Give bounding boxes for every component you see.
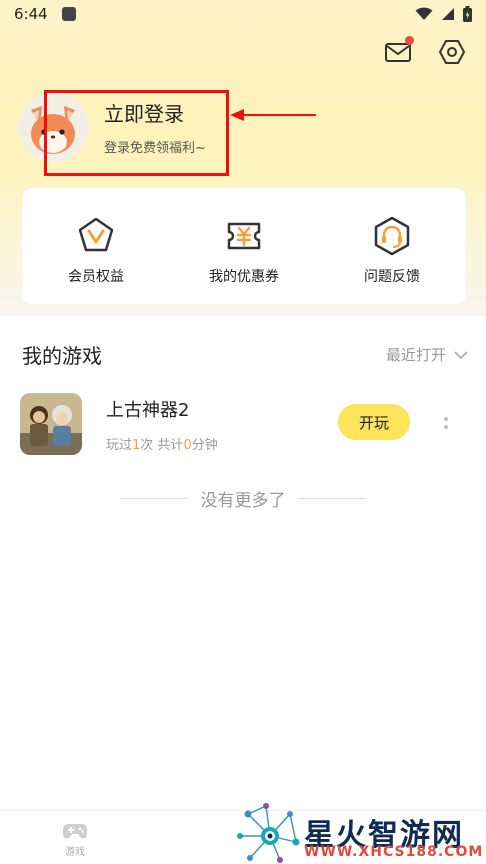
watermark-url: WWW.XHCS188.COM <box>304 844 484 860</box>
game-artwork-icon <box>20 393 82 455</box>
wifi-icon <box>415 7 433 20</box>
notification-icon <box>62 7 76 21</box>
gamepad-icon <box>63 824 87 839</box>
coupon-icon <box>227 222 261 250</box>
settings-hex-icon <box>438 40 466 64</box>
list-end-text: 没有更多了 <box>200 491 286 511</box>
more-options-icon[interactable] <box>442 412 450 434</box>
vip-badge-icon <box>78 217 114 252</box>
sort-dropdown[interactable]: 最近打开 <box>386 344 468 365</box>
quick-actions-card: 会员权益 我的优惠券 问题反馈 <box>22 188 466 304</box>
my-games-title: 我的游戏 <box>22 344 102 368</box>
nav-tab-games[interactable]: 游戏 <box>62 821 88 858</box>
annotation-arrow-icon <box>230 109 316 121</box>
quick-action-label: 问题反馈 <box>364 269 420 285</box>
status-time: 6:44 <box>14 5 48 23</box>
annotation-highlight-box <box>44 90 229 176</box>
battery-icon <box>463 6 472 22</box>
list-end-indicator: 没有更多了 <box>120 486 366 511</box>
divider <box>120 498 189 499</box>
quick-action-vip[interactable]: 会员权益 <box>22 188 170 304</box>
quick-action-label: 我的优惠券 <box>209 269 279 285</box>
divider <box>297 498 366 499</box>
chevron-down-icon <box>454 350 468 359</box>
my-games-section: 我的游戏 最近打开 上古神器2 玩过1次 共计0分钟 开玩 没有更多了 <box>0 316 486 810</box>
nav-tab-label: 游戏 <box>65 847 85 858</box>
game-thumbnail[interactable] <box>20 393 82 455</box>
network-logo-icon <box>237 803 300 863</box>
status-bar: 6:44 <box>0 0 486 28</box>
game-play-stats: 玩过1次 共计0分钟 <box>106 437 218 453</box>
game-name: 上古神器2 <box>106 399 190 421</box>
quick-action-coupons[interactable]: 我的优惠券 <box>170 188 318 304</box>
messages-button[interactable] <box>384 36 414 66</box>
settings-button[interactable] <box>438 38 466 66</box>
headset-icon <box>374 216 410 256</box>
signal-icon <box>442 8 454 20</box>
play-button[interactable]: 开玩 <box>338 404 410 440</box>
quick-action-label: 会员权益 <box>68 269 124 285</box>
play-minutes: 0 <box>183 437 192 453</box>
unread-dot <box>405 36 414 45</box>
quick-action-feedback[interactable]: 问题反馈 <box>318 188 466 304</box>
sort-label: 最近打开 <box>385 346 446 364</box>
status-icons <box>415 6 472 22</box>
site-watermark: 星火智游网 WWW.XHCS188.COM <box>236 802 486 864</box>
game-list-item[interactable]: 上古神器2 玩过1次 共计0分钟 开玩 <box>20 392 466 456</box>
